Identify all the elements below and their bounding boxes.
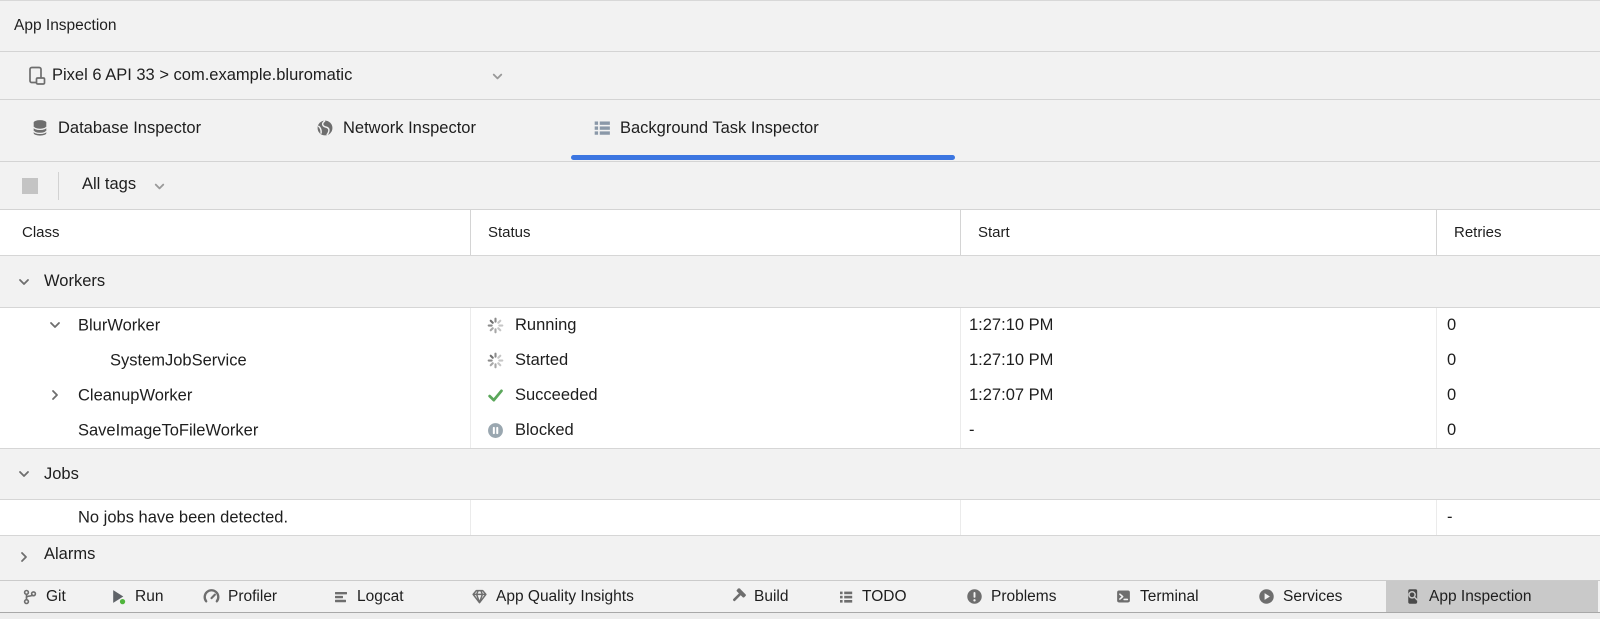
retries-count: 0: [1447, 421, 1456, 440]
chevron-right-icon[interactable]: [16, 549, 32, 565]
check-icon: [487, 387, 504, 404]
bottom-edge: [0, 613, 1600, 619]
column-header-status[interactable]: Status: [470, 210, 960, 255]
worker-class-name: CleanupWorker: [78, 386, 192, 405]
chevron-down-icon[interactable]: [16, 274, 32, 290]
table-row-no-jobs: No jobs have been detected. -: [0, 500, 1600, 535]
status-label: Running: [515, 316, 576, 335]
toolbar-item-app-quality-insights[interactable]: App Quality Insights: [471, 581, 634, 612]
start-time: 1:27:10 PM: [969, 351, 1053, 370]
worker-class-name: BlurWorker: [78, 316, 160, 335]
spinner-icon: [487, 352, 504, 369]
panel-title-bar: App Inspection: [0, 1, 1600, 52]
tab-network-label: Network Inspector: [343, 119, 476, 138]
table-row-blurworker[interactable]: BlurWorker Running 1:27:10 PM 0: [0, 308, 1600, 343]
column-header-retries[interactable]: Retries: [1436, 210, 1600, 255]
pause-circle-icon: [487, 422, 504, 439]
run-play-icon: [110, 588, 127, 605]
section-workers-label: Workers: [44, 272, 105, 291]
app-inspection-panel: App Inspection Pixel 6 API 33 > com.exam…: [0, 0, 1600, 619]
section-workers[interactable]: Workers: [0, 255, 1600, 308]
error-circle-icon: [966, 588, 983, 605]
section-jobs[interactable]: Jobs: [0, 448, 1600, 500]
device-selector-label[interactable]: Pixel 6 API 33 > com.example.bluromatic: [52, 66, 352, 85]
toolbar-separator: [58, 172, 59, 200]
tab-database-label: Database Inspector: [58, 119, 201, 138]
tab-network-inspector[interactable]: Network Inspector: [316, 100, 476, 156]
chevron-down-icon[interactable]: [490, 69, 505, 84]
retries-count: 0: [1447, 386, 1456, 405]
filter-toolbar: All tags: [0, 162, 1600, 210]
chevron-right-icon[interactable]: [47, 387, 63, 403]
globe-icon: [316, 119, 334, 137]
inspector-tab-bar: Database Inspector Network Inspector: [0, 100, 1600, 162]
graph-view-toggle-icon[interactable]: [22, 178, 38, 194]
panel-title: App Inspection: [14, 17, 117, 35]
toolbar-item-profiler[interactable]: Profiler: [203, 581, 277, 612]
chevron-down-icon[interactable]: [152, 179, 167, 194]
retries-count: 0: [1447, 316, 1456, 335]
table-row-saveimagetofileworker[interactable]: SaveImageToFileWorker Blocked - 0: [0, 413, 1600, 448]
section-jobs-label: Jobs: [44, 465, 79, 484]
spinner-icon: [487, 317, 504, 334]
gem-icon: [471, 588, 488, 605]
database-icon: [31, 119, 49, 137]
worker-class-name: SystemJobService: [110, 351, 247, 370]
table-row-systemjobservice[interactable]: SystemJobService Started 1:27:10 PM 0: [0, 343, 1600, 378]
toolbar-item-terminal[interactable]: Terminal: [1115, 581, 1199, 612]
toolbar-item-app-inspection-active[interactable]: App Inspection: [1386, 581, 1598, 612]
toolbar-item-logcat[interactable]: Logcat: [333, 581, 404, 612]
table-row-cleanupworker[interactable]: CleanupWorker Succeeded 1:27:07 PM 0: [0, 378, 1600, 413]
toolbar-item-run[interactable]: Run: [110, 581, 163, 612]
todo-list-icon: [838, 589, 854, 605]
section-alarms[interactable]: Alarms: [0, 535, 1600, 580]
hammer-icon: [729, 588, 746, 605]
worker-class-name: SaveImageToFileWorker: [78, 421, 258, 440]
chevron-down-icon[interactable]: [47, 317, 63, 333]
chevron-down-icon[interactable]: [16, 466, 32, 482]
device-selector-bar[interactable]: Pixel 6 API 33 > com.example.bluromatic: [0, 52, 1600, 100]
services-icon: [1258, 588, 1275, 605]
logcat-lines-icon: [333, 589, 349, 605]
all-tags-dropdown[interactable]: All tags: [82, 175, 136, 194]
column-header-start[interactable]: Start: [960, 210, 1436, 255]
toolbar-item-services[interactable]: Services: [1258, 581, 1342, 612]
gauge-icon: [203, 588, 220, 605]
retries-count: -: [1447, 508, 1453, 527]
toolbar-item-build[interactable]: Build: [729, 581, 788, 612]
git-branch-icon: [22, 589, 38, 605]
empty-message: No jobs have been detected.: [78, 508, 288, 527]
status-label: Blocked: [515, 421, 574, 440]
status-label: Succeeded: [515, 386, 598, 405]
tool-window-bar: Git Run Profiler: [0, 580, 1600, 613]
table-header-row: Class Status Start Retries: [0, 210, 1600, 255]
start-time: 1:27:07 PM: [969, 386, 1053, 405]
status-label: Started: [515, 351, 568, 370]
toolbar-item-problems[interactable]: Problems: [966, 581, 1056, 612]
toolbar-item-todo[interactable]: TODO: [838, 581, 907, 612]
active-tab-underline: [571, 155, 955, 160]
column-header-class[interactable]: Class: [0, 210, 470, 255]
tab-background-task-inspector[interactable]: Background Task Inspector: [593, 100, 819, 156]
device-phone-icon: [26, 65, 48, 87]
tab-database-inspector[interactable]: Database Inspector: [31, 100, 201, 156]
app-inspection-icon: [1404, 588, 1421, 605]
start-time: 1:27:10 PM: [969, 316, 1053, 335]
task-list-icon: [593, 119, 611, 137]
start-time: -: [969, 421, 975, 440]
toolbar-item-git[interactable]: Git: [22, 581, 66, 612]
retries-count: 0: [1447, 351, 1456, 370]
tab-background-label: Background Task Inspector: [620, 119, 819, 138]
terminal-icon: [1115, 588, 1132, 605]
section-alarms-label: Alarms: [44, 545, 95, 564]
